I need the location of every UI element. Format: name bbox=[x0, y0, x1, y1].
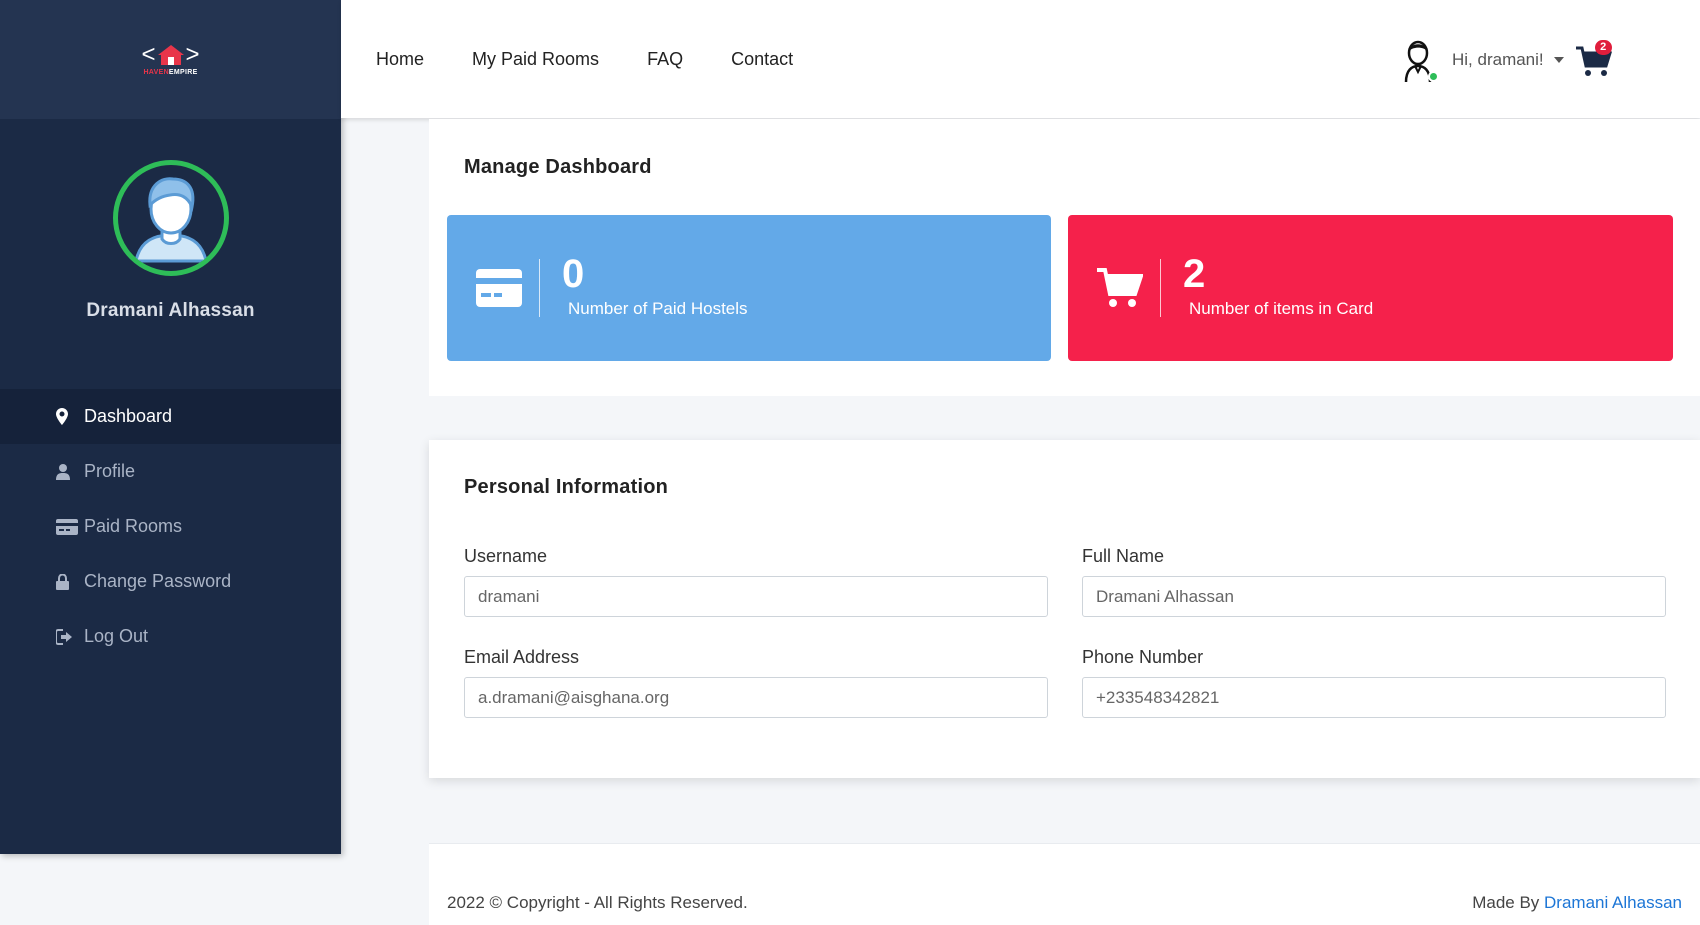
copyright-text: 2022 © Copyright - All Rights Reserved. bbox=[447, 893, 748, 912]
user-avatar-icon bbox=[133, 177, 208, 263]
email-field-group: Email Address bbox=[464, 647, 1048, 718]
paid-hostels-card: 0 Number of Paid Hostels bbox=[447, 215, 1051, 361]
personal-info-title: Personal Information bbox=[464, 476, 669, 498]
card-body: 2 Number of items in Card bbox=[1183, 251, 1373, 319]
logo[interactable]: < > HAVENEMPIRE bbox=[141, 41, 200, 77]
cart-count-badge: 2 bbox=[1594, 40, 1612, 55]
card-divider bbox=[1160, 259, 1161, 317]
shopping-cart-icon bbox=[1068, 267, 1160, 309]
paid-hostels-label: Number of Paid Hostels bbox=[568, 299, 748, 318]
top-navbar: Home My Paid Rooms FAQ Contact Hi, drama… bbox=[341, 0, 1700, 118]
made-by: Made By Dramani Alhassan bbox=[1472, 893, 1682, 913]
username-label: Username bbox=[464, 546, 548, 566]
sidebar-item-paid-rooms[interactable]: Paid Rooms bbox=[0, 499, 341, 554]
greeting-text: Hi, dramani! bbox=[1452, 50, 1544, 69]
logo-mark: < > bbox=[141, 41, 200, 68]
full-name-field-group: Full Name bbox=[1082, 546, 1666, 617]
username-input[interactable] bbox=[464, 576, 1048, 617]
map-marker-icon bbox=[56, 408, 78, 425]
credit-card-icon bbox=[447, 269, 539, 307]
dashboard-section: Manage Dashboard 0 Number of Paid Hostel… bbox=[429, 119, 1700, 396]
sidebar-item-label: Dashboard bbox=[84, 406, 173, 426]
user-dropdown-toggle[interactable]: Hi, dramani! bbox=[1452, 50, 1564, 70]
profile-avatar bbox=[112, 160, 229, 276]
sign-out-icon bbox=[56, 628, 78, 645]
profile-name: Dramani Alhassan bbox=[86, 300, 255, 321]
nav-link-contact[interactable]: Contact bbox=[731, 49, 793, 70]
full-name-label: Full Name bbox=[1082, 546, 1165, 566]
phone-label: Phone Number bbox=[1082, 647, 1204, 667]
brand-bar: < > HAVENEMPIRE bbox=[0, 0, 341, 119]
cart-button[interactable]: 2 bbox=[1575, 40, 1616, 80]
phone-input[interactable] bbox=[1082, 677, 1666, 718]
house-icon bbox=[157, 45, 184, 65]
card-body: 0 Number of Paid Hostels bbox=[562, 251, 748, 319]
nav-link-home[interactable]: Home bbox=[376, 49, 424, 70]
dashboard-title: Manage Dashboard bbox=[464, 156, 652, 178]
sidebar-item-label: Log Out bbox=[84, 626, 149, 646]
made-by-prefix: Made By bbox=[1472, 893, 1545, 912]
sidebar-item-profile[interactable]: Profile bbox=[0, 444, 341, 499]
full-name-input[interactable] bbox=[1082, 576, 1666, 617]
caret-down-icon bbox=[1553, 57, 1564, 63]
cart-items-count: 2 bbox=[1183, 252, 1206, 296]
online-status-dot bbox=[1428, 71, 1439, 82]
credit-card-icon bbox=[56, 518, 78, 535]
email-label: Email Address bbox=[464, 647, 580, 667]
phone-field-group: Phone Number bbox=[1082, 647, 1666, 718]
user-menu: Hi, dramani! 2 bbox=[1394, 36, 1616, 84]
lock-icon bbox=[56, 573, 78, 590]
sidebar-item-change-password[interactable]: Change Password bbox=[0, 554, 341, 609]
username-field-group: Username bbox=[464, 546, 1048, 617]
cart-items-label: Number of items in Card bbox=[1189, 299, 1374, 318]
sidebar-item-label: Profile bbox=[84, 461, 136, 481]
sidebar-profile: Dramani Alhassan bbox=[0, 119, 341, 389]
personal-info-section: Personal Information Username Full Name … bbox=[429, 440, 1700, 778]
sidebar-item-label: Paid Rooms bbox=[84, 516, 183, 536]
sidebar-nav: Dashboard Profile Paid Rooms Change Pass… bbox=[0, 389, 341, 664]
nav-link-faq[interactable]: FAQ bbox=[647, 49, 683, 70]
sidebar: < > HAVENEMPIRE Dramani Alhassan Dashboa… bbox=[0, 0, 341, 854]
nav-link-my-paid-rooms[interactable]: My Paid Rooms bbox=[472, 49, 599, 70]
cart-items-card: 2 Number of items in Card bbox=[1068, 215, 1673, 361]
logo-text: HAVENEMPIRE bbox=[143, 69, 198, 76]
user-icon bbox=[56, 463, 78, 480]
top-nav: Home My Paid Rooms FAQ Contact bbox=[376, 49, 841, 70]
card-divider bbox=[539, 259, 540, 317]
sidebar-item-log-out[interactable]: Log Out bbox=[0, 609, 341, 664]
sidebar-item-dashboard[interactable]: Dashboard bbox=[0, 389, 341, 444]
user-avatar[interactable] bbox=[1394, 36, 1442, 84]
author-link[interactable]: Dramani Alhassan bbox=[1544, 893, 1682, 912]
sidebar-item-label: Change Password bbox=[84, 571, 232, 591]
email-input[interactable] bbox=[464, 677, 1048, 718]
paid-hostels-count: 0 bbox=[562, 252, 585, 296]
footer: 2022 © Copyright - All Rights Reserved. … bbox=[429, 843, 1700, 925]
